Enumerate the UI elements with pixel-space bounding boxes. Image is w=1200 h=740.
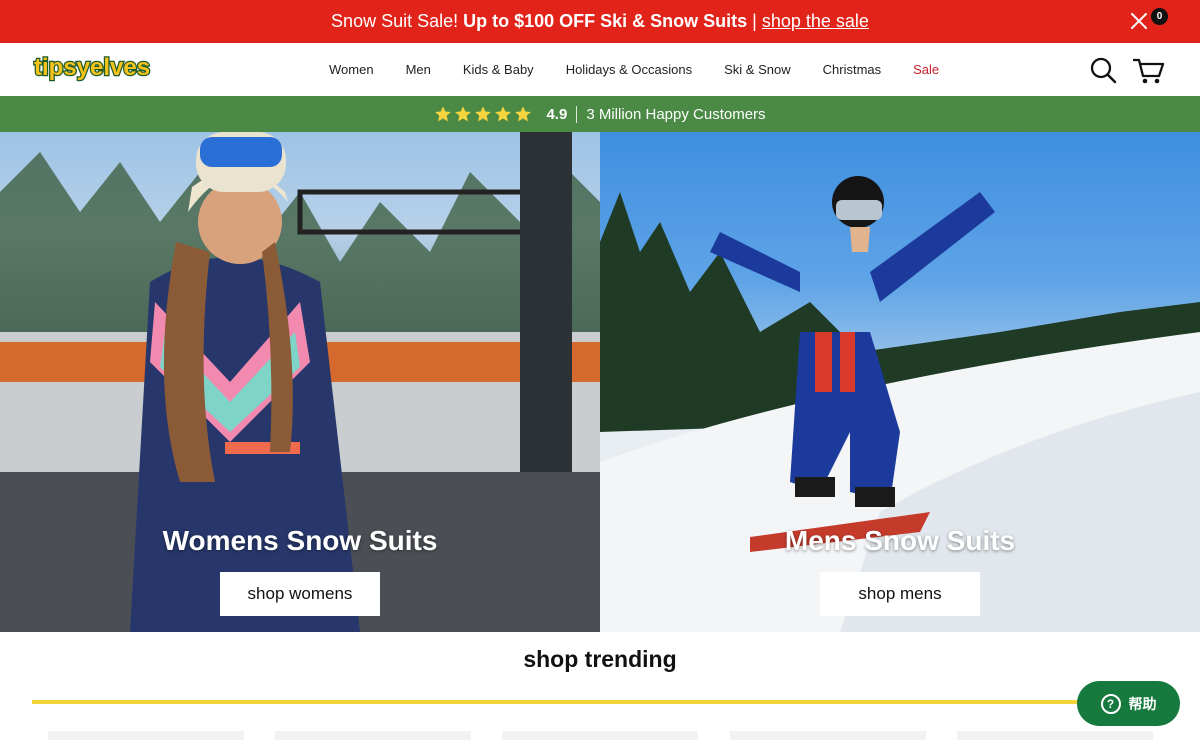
rating-stars: [434, 105, 534, 123]
site-header: tipsyelves Women Men Kids & Baby Holiday…: [0, 43, 1200, 96]
nav-ski-snow[interactable]: Ski & Snow: [724, 62, 790, 77]
shop-trending-title: shop trending: [523, 646, 677, 672]
womens-hero-title: Womens Snow Suits: [162, 525, 438, 556]
help-button[interactable]: ? 帮助: [1077, 681, 1180, 726]
tipsyelves-logo[interactable]: tipsyelves: [32, 50, 162, 88]
star-icon: [515, 106, 532, 122]
nav-kids-baby[interactable]: Kids & Baby: [463, 62, 534, 77]
main-nav: Women Men Kids & Baby Holidays & Occasio…: [313, 43, 955, 96]
star-icon: [495, 106, 512, 122]
shop-womens-button[interactable]: shop womens: [220, 572, 380, 616]
nav-women[interactable]: Women: [329, 62, 374, 77]
announcement-bar: Snow Suit Sale! Up to $100 OFF Ski & Sno…: [0, 0, 1200, 43]
search-icon[interactable]: [1089, 56, 1117, 84]
rating-strip: 4.9 3 Million Happy Customers: [0, 96, 1200, 132]
mens-hero-panel[interactable]: Mens Snow Suits shop mens: [600, 132, 1200, 632]
logo-text: tipsyelves: [34, 54, 150, 81]
help-label: 帮助: [1128, 695, 1157, 712]
shop-the-sale-link[interactable]: shop the sale: [762, 11, 869, 32]
womens-hero-panel[interactable]: Womens Snow Suits shop womens: [0, 132, 600, 632]
cart-count-badge: 0: [1151, 8, 1168, 25]
nav-men[interactable]: Men: [406, 62, 431, 77]
mens-hero-title: Mens Snow Suits: [784, 525, 1016, 556]
product-card[interactable]: [957, 731, 1153, 740]
product-card[interactable]: [275, 731, 471, 740]
trending-divider: [32, 700, 1168, 704]
rating-score: 4.9: [546, 105, 568, 123]
promo-separator: |: [752, 11, 757, 31]
question-icon: ?: [1100, 693, 1121, 714]
nav-sale[interactable]: Sale: [913, 62, 939, 77]
rating-divider: [576, 105, 578, 123]
star-icon: [455, 106, 472, 122]
nav-christmas[interactable]: Christmas: [823, 62, 882, 77]
product-card[interactable]: [48, 731, 244, 740]
cart-icon[interactable]: [1131, 54, 1167, 86]
star-icon: [475, 106, 492, 122]
shop-mens-button[interactable]: shop mens: [820, 572, 980, 616]
womens-hero-image: [0, 132, 600, 632]
product-card[interactable]: [730, 731, 926, 740]
product-card[interactable]: [502, 731, 698, 740]
promo-offer: Up to $100 OFF Ski & Snow Suits: [463, 11, 748, 31]
close-icon[interactable]: [1128, 10, 1150, 32]
promo-lead: Snow Suit Sale!: [331, 11, 459, 31]
mens-hero-image: [600, 176, 1200, 632]
rating-customers: 3 Million Happy Customers: [586, 105, 766, 123]
nav-holidays-occasions[interactable]: Holidays & Occasions: [566, 62, 692, 77]
star-icon: [435, 106, 452, 122]
